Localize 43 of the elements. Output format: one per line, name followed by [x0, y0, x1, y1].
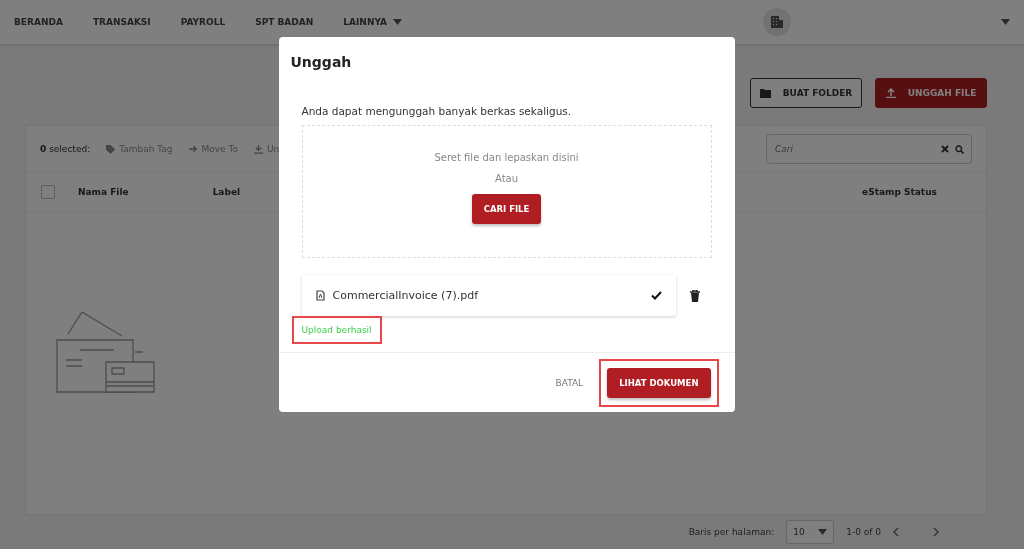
arrow-icon: [188, 145, 198, 153]
or-label: Atau: [494, 173, 519, 184]
pdf-file-icon: [315, 290, 325, 301]
company-avatar[interactable]: [763, 8, 791, 36]
browse-file-button[interactable]: CARI FILE: [471, 194, 542, 224]
search-icon[interactable]: [955, 145, 964, 154]
upload-icon: [885, 88, 896, 98]
next-page-icon[interactable]: [933, 527, 939, 537]
nav-link[interactable]: SPT BADAN: [255, 17, 314, 27]
upload-button[interactable]: UNGGAH FILE: [875, 78, 987, 108]
column-header: Label: [212, 187, 241, 197]
folder-icon: [759, 88, 771, 98]
nav-link[interactable]: PAYROLL: [180, 17, 226, 27]
previous-page-icon[interactable]: [893, 527, 899, 537]
caret-icon: [393, 19, 403, 25]
page-range: 1-0 of 0: [846, 527, 881, 537]
upload-status: Upload berhasil: [291, 316, 382, 344]
view-documents-button[interactable]: LIHAT DOKUMEN: [607, 367, 711, 398]
select-all-checkbox[interactable]: [41, 185, 55, 199]
nav-link[interactable]: LAINNYA: [343, 17, 403, 27]
dialog-intro: Anda dapat mengunggah banyak berkas sekaligus.: [301, 105, 573, 117]
search-field[interactable]: Cari: [766, 134, 972, 164]
nav-link[interactable]: TRANSAKSI: [92, 17, 151, 27]
column-header: eStamp Status: [862, 187, 937, 197]
rows-per-page-label: Baris per halaman:: [688, 527, 775, 537]
chevron-down-icon: [818, 529, 828, 535]
caret-icon: [1001, 19, 1010, 25]
dialog-title: Unggah: [289, 53, 353, 72]
selection-count: 0 selected:: [40, 144, 91, 154]
tag-icon: [106, 144, 116, 154]
cancel-button[interactable]: BATAL: [549, 376, 590, 389]
download-icon: [254, 144, 263, 154]
file-name: CommercialInvoice (7).pdf: [332, 289, 480, 302]
column-header: Nama File: [78, 187, 129, 197]
nav-link[interactable]: BERANDA: [14, 17, 63, 27]
rows-per-page-select[interactable]: 10: [786, 520, 835, 544]
building-icon: [770, 15, 784, 29]
drop-hint: Seret file dan lepaskan disini: [434, 152, 579, 163]
folder-button[interactable]: BUAT FOLDER: [750, 78, 862, 108]
clear-icon[interactable]: [941, 145, 949, 153]
drop-zone[interactable]: Seret file dan lepaskan disini Atau CARI FILE: [301, 125, 712, 258]
trash-icon[interactable]: [689, 289, 700, 302]
toolbar-action[interactable]: Move To: [188, 144, 238, 154]
